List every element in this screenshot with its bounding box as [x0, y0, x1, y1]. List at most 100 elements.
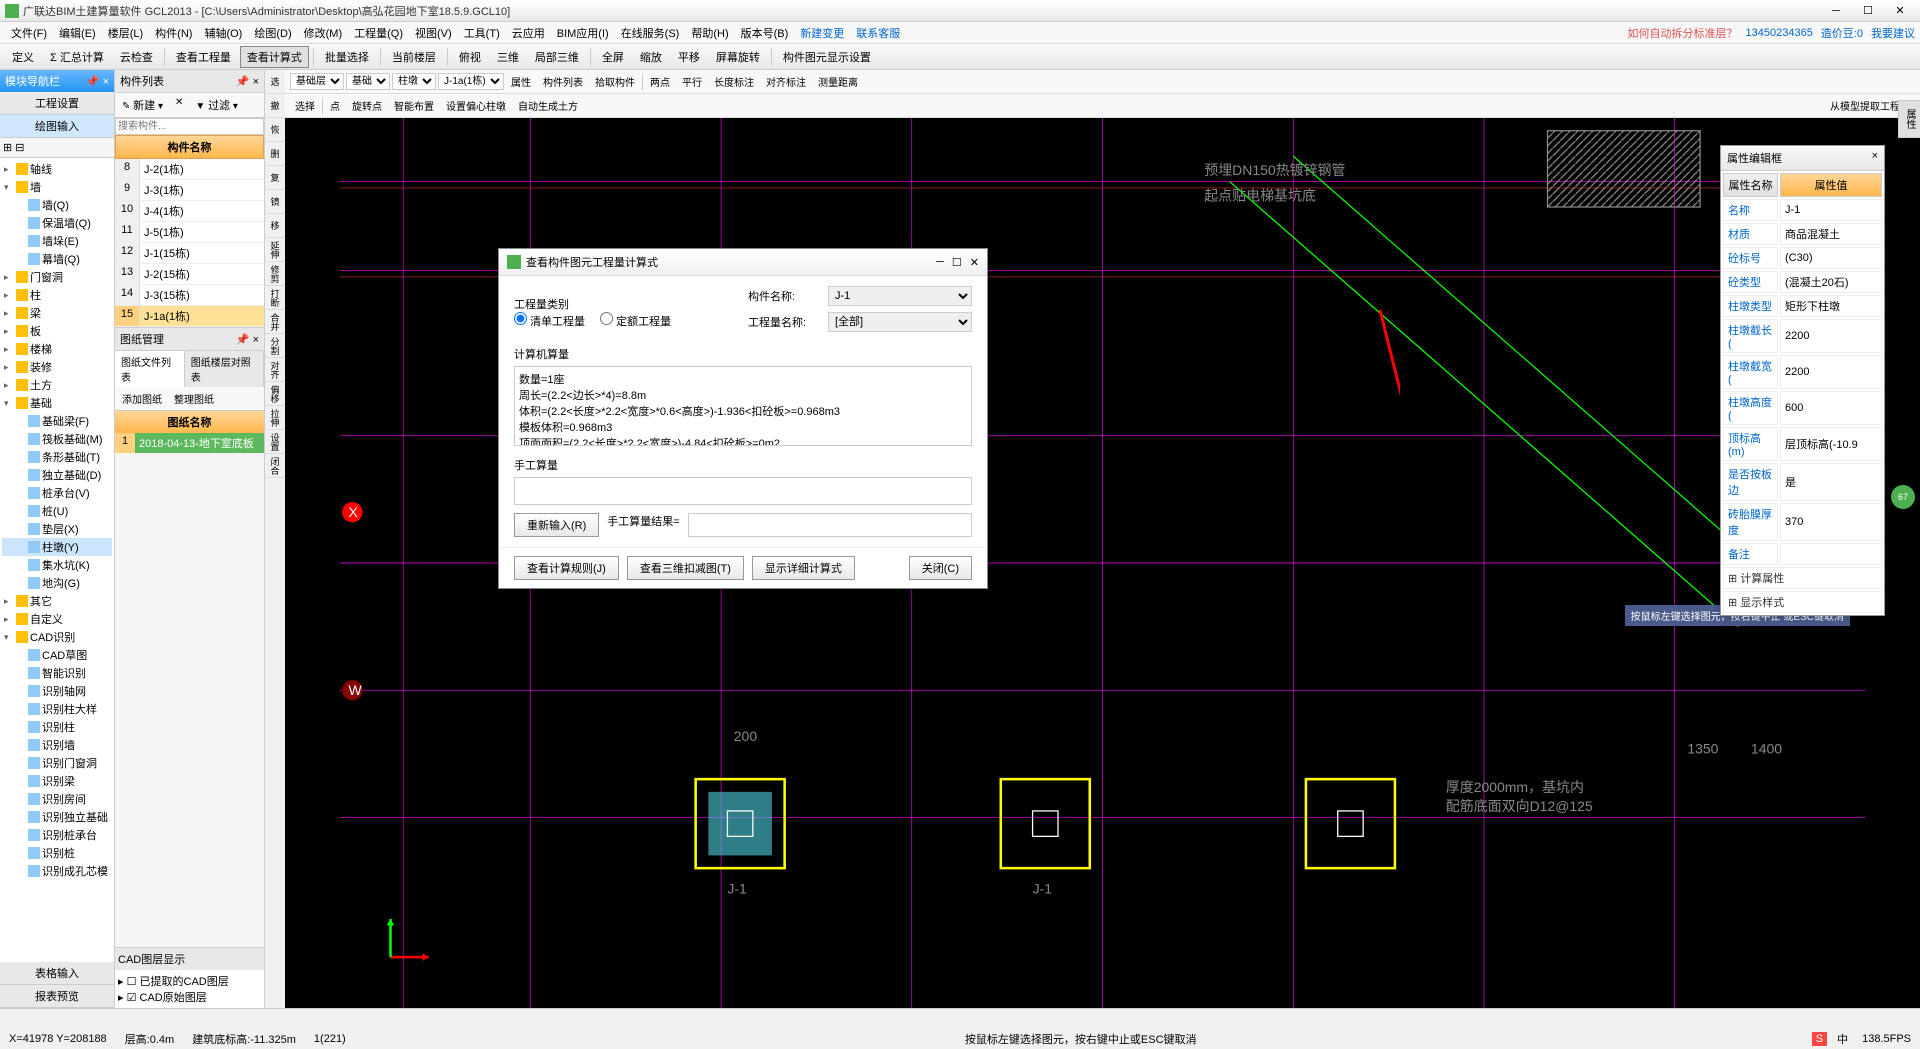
menu-floor[interactable]: 楼层(L) — [102, 23, 149, 43]
manual-result-input[interactable] — [688, 513, 972, 537]
property-row[interactable]: 柱墩高度(600 — [1723, 391, 1882, 425]
tree-item[interactable]: 筏板基础(M) — [2, 430, 112, 448]
current-floor-button[interactable]: 当前楼层 — [385, 46, 443, 68]
maximize-button[interactable]: ☐ — [1853, 2, 1883, 20]
component-tree[interactable]: ▸轴线▾墙墙(Q)保温墙(Q)墙垛(E)幕墙(Q)▸门窗洞▸柱▸梁▸板▸楼梯▸装… — [0, 158, 114, 962]
two-point-button[interactable]: 两点 — [645, 72, 675, 91]
menu-edit[interactable]: 编辑(E) — [53, 23, 102, 43]
contact-service-link[interactable]: 联系客服 — [850, 23, 906, 43]
comp-list-button[interactable]: 构件列表 — [538, 72, 588, 91]
category-combo[interactable]: 基础 — [346, 73, 390, 90]
report-preview-section[interactable]: 报表预览 — [0, 985, 114, 1008]
vtb-move[interactable]: 移 — [265, 214, 285, 238]
minimize-button[interactable]: ─ — [1821, 2, 1851, 20]
tab-drawing-files[interactable]: 图纸文件列表 — [115, 351, 185, 387]
help-question-link[interactable]: 如何自动拆分标准层？ — [1628, 25, 1738, 41]
zoom-button[interactable]: 缩放 — [633, 46, 669, 68]
parallel-button[interactable]: 平行 — [677, 72, 707, 91]
property-row[interactable]: 柱墩截宽(2200 — [1723, 355, 1882, 389]
table-input-section[interactable]: 表格输入 — [0, 962, 114, 985]
measure-button[interactable]: 测量距离 — [813, 72, 863, 91]
property-row[interactable]: 砼标号(C30) — [1723, 247, 1882, 269]
close-dialog-button[interactable]: 关闭(C) — [909, 556, 972, 580]
tree-item[interactable]: 识别桩 — [2, 844, 112, 862]
tree-item[interactable]: 识别桩承台 — [2, 826, 112, 844]
menu-modify[interactable]: 修改(M) — [298, 23, 349, 43]
vtb-set[interactable]: 设置 — [265, 430, 285, 454]
menu-bim[interactable]: BIM应用(I) — [551, 23, 615, 43]
tree-item[interactable]: 识别柱 — [2, 718, 112, 736]
tree-expand-icon[interactable]: ⊞ — [3, 142, 12, 154]
component-row[interactable]: 15J-1a(1栋) — [115, 306, 264, 327]
local-3d-button[interactable]: 局部三维 — [528, 46, 586, 68]
view-rule-button[interactable]: 查看计算规则(J) — [514, 556, 619, 580]
tree-item[interactable]: 墙(Q) — [2, 196, 112, 214]
property-row[interactable]: 是否按板边是 — [1723, 463, 1882, 501]
nav-pin-icon[interactable]: 📌 × — [86, 75, 109, 88]
component-row[interactable]: 12J-1(15栋) — [115, 243, 264, 264]
vtb-trim[interactable]: 修剪 — [265, 262, 285, 286]
tree-item[interactable]: 识别独立基础 — [2, 808, 112, 826]
tree-item[interactable]: ▸土方 — [2, 376, 112, 394]
vtb-copy[interactable]: 复 — [265, 166, 285, 190]
vtb-split[interactable]: 分割 — [265, 334, 285, 358]
tree-item[interactable]: ▸柱 — [2, 286, 112, 304]
menu-online[interactable]: 在线服务(S) — [615, 23, 686, 43]
property-row[interactable]: 名称J-1 — [1723, 199, 1882, 221]
vtb-offset[interactable]: 偏移 — [265, 382, 285, 406]
smart-layout-button[interactable]: 智能布置 — [389, 96, 439, 115]
point-button[interactable]: 点 — [325, 96, 345, 115]
component-row[interactable]: 11J-5(1栋) — [115, 222, 264, 243]
drawing-row[interactable]: 1 2018-04-13-地下室底板 — [115, 433, 264, 453]
prop-panel-close[interactable]: × — [1872, 150, 1878, 166]
tree-item[interactable]: 保温墙(Q) — [2, 214, 112, 232]
prop-calc-expand[interactable]: ⊞ 计算属性 — [1723, 567, 1882, 589]
vtb-join[interactable]: 合并 — [265, 310, 285, 334]
calc-result-textarea[interactable] — [514, 366, 972, 446]
view-quantity-button[interactable]: 查看工程量 — [169, 46, 238, 68]
cad-layer-extracted[interactable]: ▸ ☐ 已提取的CAD图层 — [118, 973, 261, 989]
menu-tool[interactable]: 工具(T) — [458, 23, 506, 43]
vtb-close[interactable]: 闭合 — [265, 454, 285, 478]
tree-item[interactable]: ▸装修 — [2, 358, 112, 376]
rotate-point-button[interactable]: 旋转点 — [347, 96, 387, 115]
tree-item[interactable]: 柱墩(Y) — [2, 538, 112, 556]
property-row[interactable]: 柱墩类型矩形下柱墩 — [1723, 295, 1882, 317]
property-button[interactable]: 属性 — [506, 72, 536, 91]
tree-item[interactable]: 识别墙 — [2, 736, 112, 754]
batch-select-button[interactable]: 批量选择 — [318, 46, 376, 68]
delete-component-button[interactable]: ✕ — [171, 96, 187, 114]
tree-item[interactable]: ▸轴线 — [2, 160, 112, 178]
tab-drawing-floors[interactable]: 图纸楼层对照表 — [185, 351, 264, 387]
tree-item[interactable]: 智能识别 — [2, 664, 112, 682]
tree-item[interactable]: ▸楼梯 — [2, 340, 112, 358]
tree-item[interactable]: ▸自定义 — [2, 610, 112, 628]
manual-input[interactable] — [514, 477, 972, 505]
tree-item[interactable]: 墙垛(E) — [2, 232, 112, 250]
show-detail-button[interactable]: 显示详细计算式 — [752, 556, 855, 580]
tree-item[interactable]: ▾CAD识别 — [2, 628, 112, 646]
offset-pier-button[interactable]: 设置偏心柱墩 — [441, 96, 511, 115]
tree-item[interactable]: 桩承台(V) — [2, 484, 112, 502]
vtb-stretch[interactable]: 拉伸 — [265, 406, 285, 430]
suggest-link[interactable]: 我要建议 — [1871, 25, 1915, 41]
tree-item[interactable]: 识别轴网 — [2, 682, 112, 700]
tree-item[interactable]: CAD草图 — [2, 646, 112, 664]
tree-item[interactable]: 识别柱大样 — [2, 700, 112, 718]
cloud-check-button[interactable]: 云检查 — [113, 46, 160, 68]
dialog-minimize-button[interactable]: ─ — [936, 256, 944, 269]
tree-item[interactable]: 识别梁 — [2, 772, 112, 790]
vtb-mirror[interactable]: 镜 — [265, 190, 285, 214]
tree-item[interactable]: 识别成孔芯模 — [2, 862, 112, 880]
component-row[interactable]: 14J-3(15栋) — [115, 285, 264, 306]
vtb-extend[interactable]: 延伸 — [265, 238, 285, 262]
tree-item[interactable]: 垫层(X) — [2, 520, 112, 538]
component-row[interactable]: 8J-2(1栋) — [115, 159, 264, 180]
floor-combo[interactable]: 基础层 — [290, 73, 344, 90]
display-settings-button[interactable]: 构件图元显示设置 — [776, 46, 878, 68]
component-row[interactable]: 10J-4(1栋) — [115, 201, 264, 222]
view-3d-button[interactable]: 查看三维扣减图(T) — [627, 556, 744, 580]
tree-item[interactable]: 地沟(G) — [2, 574, 112, 592]
radio-quota-qty[interactable]: 定额工程量 — [600, 312, 671, 329]
tree-item[interactable]: ▾墙 — [2, 178, 112, 196]
